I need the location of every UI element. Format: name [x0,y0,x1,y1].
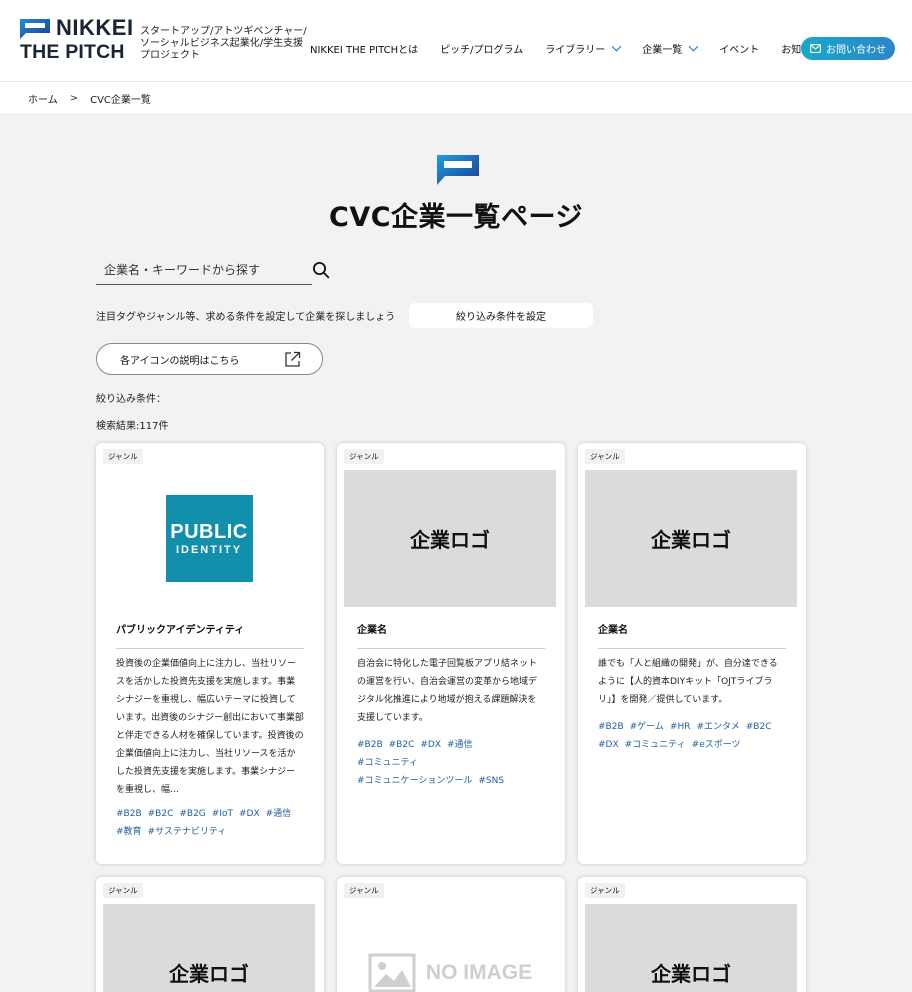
logo-text-the-pitch: THE PITCH [20,41,125,63]
tag[interactable]: #エンタメ [696,722,739,732]
site-header: NIKKEI THE PITCH スタートアップ/アトツギベンチャー/ソーシャル… [0,0,912,82]
tag[interactable]: #教育 [116,827,142,837]
tag[interactable]: #IoT [212,809,233,819]
tag-list: #B2B #B2C #DX #通信 #コミュニティ #コミュニケーションツール #SNS [357,736,545,790]
company-card[interactable]: ジャンル 企業ロゴ 企業名 誰でも「人と組織の開発」が、自分達できるように【人的… [578,443,806,864]
nav-about[interactable]: NIKKEI THE PITCHとは [310,41,418,56]
image-icon [368,953,416,992]
company-card[interactable]: ジャンル 企業ロゴ [578,877,806,992]
tag[interactable]: #DX [239,809,260,819]
tag[interactable]: #B2C [148,809,174,819]
mail-icon [810,44,821,53]
company-name: 企業名 [357,621,545,649]
external-link-icon [285,351,301,367]
tag[interactable]: #SNS [478,776,504,786]
tag[interactable]: #B2B [116,809,142,819]
public-identity-logo: PUBLIC IDENTITY [165,495,253,582]
genre-badge: ジャンル [585,449,625,464]
tag[interactable]: #通信 [266,809,292,819]
icon-help-button[interactable]: 各アイコンの説明はこちら [96,343,323,375]
genre-badge: ジャンル [585,883,625,898]
company-logo-placeholder: 企業ロゴ [344,470,556,607]
company-logo: PUBLIC IDENTITY [103,470,315,607]
set-filter-button[interactable]: 絞り込み条件を設定 [409,303,593,328]
company-logo-placeholder: 企業ロゴ [585,470,797,607]
tag[interactable]: #B2C [746,722,772,732]
nav-pitch-program[interactable]: ピッチ/プログラム [440,41,523,56]
search-results-count: 検索結果:117件 [96,421,169,432]
company-description: 誰でも「人と組織の開発」が、自分達できるように【人的資本DIYキット「OJTライ… [598,659,778,705]
company-description: 投資後の企業価値向上に注力し、当社リソースを活かした投資先支援を実施します。事業… [116,659,304,795]
site-logo[interactable]: NIKKEI THE PITCH [20,15,134,64]
chevron-down-icon [611,41,622,51]
no-image-placeholder: NO IMAGE [344,904,556,992]
tag[interactable]: #DX [420,740,441,750]
tag[interactable]: #B2C [389,740,415,750]
nav-events[interactable]: イベント [719,41,759,56]
tag[interactable]: #B2G [179,809,205,819]
company-name: 企業名 [598,621,786,649]
company-logo-placeholder: 企業ロゴ [585,904,797,992]
search-field [96,255,312,285]
breadcrumb: ホーム > CVC企業一覧 [0,82,912,115]
main-nav: NIKKEI THE PITCHとは ピッチ/プログラム ライブラリー 企業一覧… [310,40,821,56]
filter-conditions-label: 絞り込み条件： [96,394,166,405]
flag-logo-icon [20,19,50,39]
tag[interactable]: #eスポーツ [692,740,741,750]
breadcrumb-current: CVC企業一覧 [90,94,151,106]
tag-list: #B2B #B2C #B2G #IoT #DX #通信 #教育 #サステナビリティ [116,805,304,841]
genre-badge: ジャンル [344,449,384,464]
company-card[interactable]: ジャンル 企業ロゴ 企業名 自治会に特化した電子回覧板アプリ結ネットの運営を行い… [337,443,565,864]
genre-badge: ジャンル [344,883,384,898]
tag[interactable]: #コミュニケーションツール [357,776,472,786]
company-card[interactable]: ジャンル NO IMAGE [337,877,565,992]
search-icon[interactable] [312,261,330,279]
genre-badge: ジャンル [103,449,143,464]
company-logo-placeholder: 企業ロゴ [103,904,315,992]
search-input[interactable] [96,255,312,284]
tag[interactable]: #コミュニティ [625,740,686,750]
company-card[interactable]: ジャンル PUBLIC IDENTITY パブリックアイデンティティ 投資後の企… [96,443,324,864]
chevron-down-icon [688,41,699,51]
tag[interactable]: #サステナビリティ [148,827,227,837]
tag[interactable]: #コミュニティ [357,758,418,768]
tag-list: #B2B #ゲーム #HR #エンタメ #B2C #DX #コミュニティ #eスポーツ [598,718,786,754]
tag[interactable]: #ゲーム [630,722,664,732]
nav-library[interactable]: ライブラリー [545,41,622,56]
tag[interactable]: #HR [670,722,691,732]
tag[interactable]: #通信 [447,740,473,750]
nav-companies[interactable]: 企業一覧 [642,41,699,56]
filter-note: 注目タグやジャンル等、求める条件を設定して企業を探しましょう [96,312,396,323]
tag[interactable]: #DX [598,740,619,750]
breadcrumb-home[interactable]: ホーム [28,91,58,106]
main-content: CVC企業一覧ページ 注目タグやジャンル等、求める条件を設定して企業を探しましょ… [0,115,912,992]
site-tagline: スタートアップ/アトツギベンチャー/ソーシャルビジネス起業化/学生支援プロジェク… [140,26,307,61]
no-image: NO IMAGE [368,953,532,992]
breadcrumb-separator: > [69,92,79,104]
company-description: 自治会に特化した電子回覧板アプリ結ネットの運営を行い、自治会運営の変革から地域デ… [357,659,538,723]
flag-logo-icon [437,155,479,185]
company-name: パブリックアイデンティティ [116,621,304,649]
contact-button[interactable]: お問い合わせ [801,37,895,60]
page-title: CVC企業一覧ページ [329,202,583,233]
company-card[interactable]: ジャンル 企業ロゴ [96,877,324,992]
tag[interactable]: #B2B [357,740,383,750]
logo-text-nikkei: NIKKEI [56,15,134,40]
tag[interactable]: #B2B [598,722,624,732]
genre-badge: ジャンル [103,883,143,898]
